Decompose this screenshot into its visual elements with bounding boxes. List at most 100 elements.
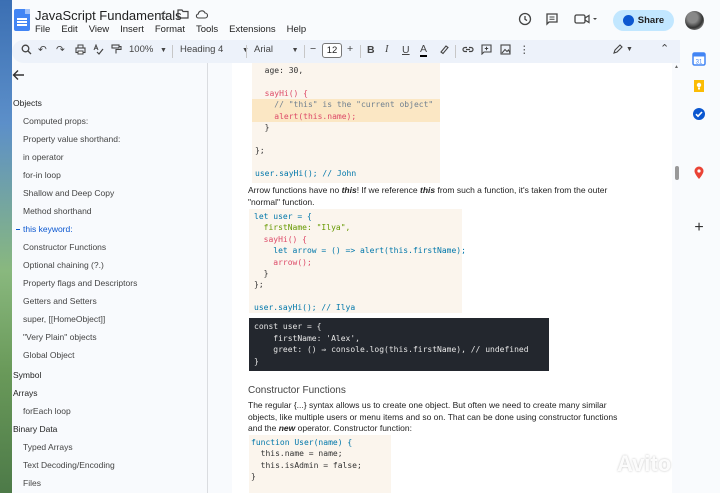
watermark: Avito (617, 451, 672, 476)
outline-item[interactable]: "Very Plain" objects (23, 332, 97, 342)
decrease-font-size-icon[interactable]: − (310, 43, 316, 55)
outline-item[interactable]: super, [[HomeObject]] (23, 314, 105, 324)
code-line: this.name = name; (251, 449, 343, 458)
underline-icon[interactable]: U (402, 44, 410, 56)
docs-logo-icon[interactable] (14, 9, 30, 31)
search-menus-icon[interactable] (21, 44, 32, 58)
outline-item[interactable]: Shallow and Deep Copy (23, 188, 114, 198)
outline-item[interactable]: Files (23, 478, 41, 488)
insert-image-icon[interactable] (500, 44, 511, 58)
code-line: } (254, 269, 269, 278)
outline-item-objects[interactable]: Objects (13, 98, 42, 108)
menu-file[interactable]: File (35, 24, 50, 35)
font-select[interactable]: Arial ▼ (254, 44, 299, 55)
code-line: arrow(); (254, 258, 312, 267)
spellcheck-icon[interactable] (93, 43, 104, 58)
paragraph: Arrow functions have no this! If we refe… (248, 185, 608, 207)
folder-icon[interactable] (177, 8, 189, 22)
editing-mode-icon[interactable] (612, 44, 623, 58)
outline-item[interactable]: in operator (23, 152, 64, 162)
undo-icon[interactable]: ↶ (38, 44, 47, 56)
share-button-label: Share (637, 15, 665, 26)
bold-icon[interactable]: B (367, 44, 375, 56)
code-line: user.sayHi(); // John (255, 169, 357, 178)
maps-icon[interactable] (692, 166, 706, 180)
menu-edit[interactable]: Edit (61, 24, 77, 35)
add-comment-icon[interactable] (481, 44, 492, 58)
code-line: const user = { (254, 322, 322, 331)
keep-icon[interactable] (692, 79, 706, 93)
outline-item[interactable]: Constructor Functions (23, 242, 106, 252)
star-icon[interactable]: ☆ (159, 8, 170, 22)
outline-item[interactable]: Getters and Setters (23, 296, 97, 306)
outline-item-symbol[interactable]: Symbol (13, 370, 41, 380)
scroll-up-icon[interactable]: ▲ (674, 64, 679, 70)
code-line: function User(name) { (251, 438, 353, 447)
zoom-select[interactable]: 100% ▼ (129, 44, 167, 55)
video-call-icon[interactable] (574, 12, 598, 30)
share-button[interactable]: Share (613, 10, 674, 31)
code-line: sayHi() { (255, 89, 308, 98)
outline-item[interactable]: forEach loop (23, 406, 71, 416)
outline-item[interactable]: Typed Arrays (23, 442, 73, 452)
paint-format-icon[interactable] (111, 44, 122, 58)
redo-icon[interactable]: ↷ (56, 44, 65, 56)
outline-item[interactable]: Method shorthand (23, 206, 92, 216)
cloud-icon[interactable] (195, 8, 209, 22)
code-line: alert(this.name); (255, 112, 357, 121)
outline-item[interactable]: Property flags and Descriptors (23, 278, 137, 288)
code-line: let user = { (254, 212, 312, 221)
menu-bar: File Edit View Insert Format Tools Exten… (35, 24, 317, 35)
code-line: this.isAdmin = false; (251, 461, 362, 470)
highlight-color-icon[interactable] (439, 44, 449, 58)
paragraph: The regular {...} syntax allows us to cr… (248, 400, 618, 433)
more-options-icon[interactable]: ⋮ (519, 44, 530, 56)
title-bar: JavaScript Fundamentals ☆ File Edit View… (12, 0, 720, 40)
calendar-icon[interactable]: 31 (692, 52, 706, 66)
scrollbar-thumb[interactable] (675, 166, 679, 180)
paragraph-style-select[interactable]: Heading 4 ▼ (180, 44, 249, 55)
svg-text:31: 31 (696, 60, 703, 66)
code-line: } (254, 357, 259, 366)
menu-tools[interactable]: Tools (196, 24, 218, 35)
comment-icon[interactable] (545, 12, 559, 30)
menu-insert[interactable]: Insert (120, 24, 144, 35)
code-line: let arrow = () => alert(this.firstName); (254, 246, 466, 255)
increase-font-size-icon[interactable]: + (347, 43, 353, 55)
desktop-background-strip (0, 0, 12, 493)
outline-item-active[interactable]: this keyword: (16, 224, 73, 234)
menu-help[interactable]: Help (287, 24, 307, 35)
outline-item-arrays[interactable]: Arrays (13, 388, 38, 398)
paragraph-style-value: Heading 4 (180, 44, 224, 55)
code-line: sayHi() { (254, 235, 307, 244)
zoom-value: 100% (129, 44, 154, 55)
insert-link-icon[interactable] (462, 44, 474, 58)
menu-extensions[interactable]: Extensions (229, 24, 275, 35)
chevron-down-icon[interactable]: ▼ (626, 46, 633, 53)
font-value: Arial (254, 44, 274, 55)
history-icon[interactable] (518, 12, 532, 30)
menu-view[interactable]: View (89, 24, 109, 35)
outline-item[interactable]: Text Decoding/Encoding (23, 460, 115, 470)
font-size-input[interactable]: 12 (322, 43, 342, 58)
outline-item[interactable]: Property value shorthand: (23, 134, 120, 144)
outline-item[interactable]: Computed props: (23, 116, 88, 126)
plus-icon[interactable]: + (692, 220, 706, 236)
toolbar-divider (172, 45, 173, 58)
collapse-toolbar-icon[interactable]: ⌃ (660, 42, 669, 55)
avatar[interactable] (685, 11, 704, 30)
document-page[interactable]: age: 30, sayHi() { // "this" is the "cur… (232, 63, 672, 493)
outline-item[interactable]: Global Object (23, 350, 75, 360)
tasks-icon[interactable] (692, 107, 706, 121)
outline-item[interactable]: for-in loop (23, 170, 61, 180)
outline-item[interactable]: Optional chaining (?.) (23, 260, 104, 270)
italic-icon[interactable]: I (385, 44, 389, 55)
text-color-icon[interactable]: A (420, 44, 428, 57)
print-icon[interactable] (75, 44, 86, 58)
outline-item-binary-data[interactable]: Binary Data (13, 424, 57, 434)
code-line: } (255, 123, 270, 132)
menu-format[interactable]: Format (155, 24, 185, 35)
back-arrow-icon[interactable] (12, 69, 25, 84)
chevron-down-icon: ▼ (291, 47, 299, 54)
code-line: firstName: "Ilya", (254, 223, 351, 232)
